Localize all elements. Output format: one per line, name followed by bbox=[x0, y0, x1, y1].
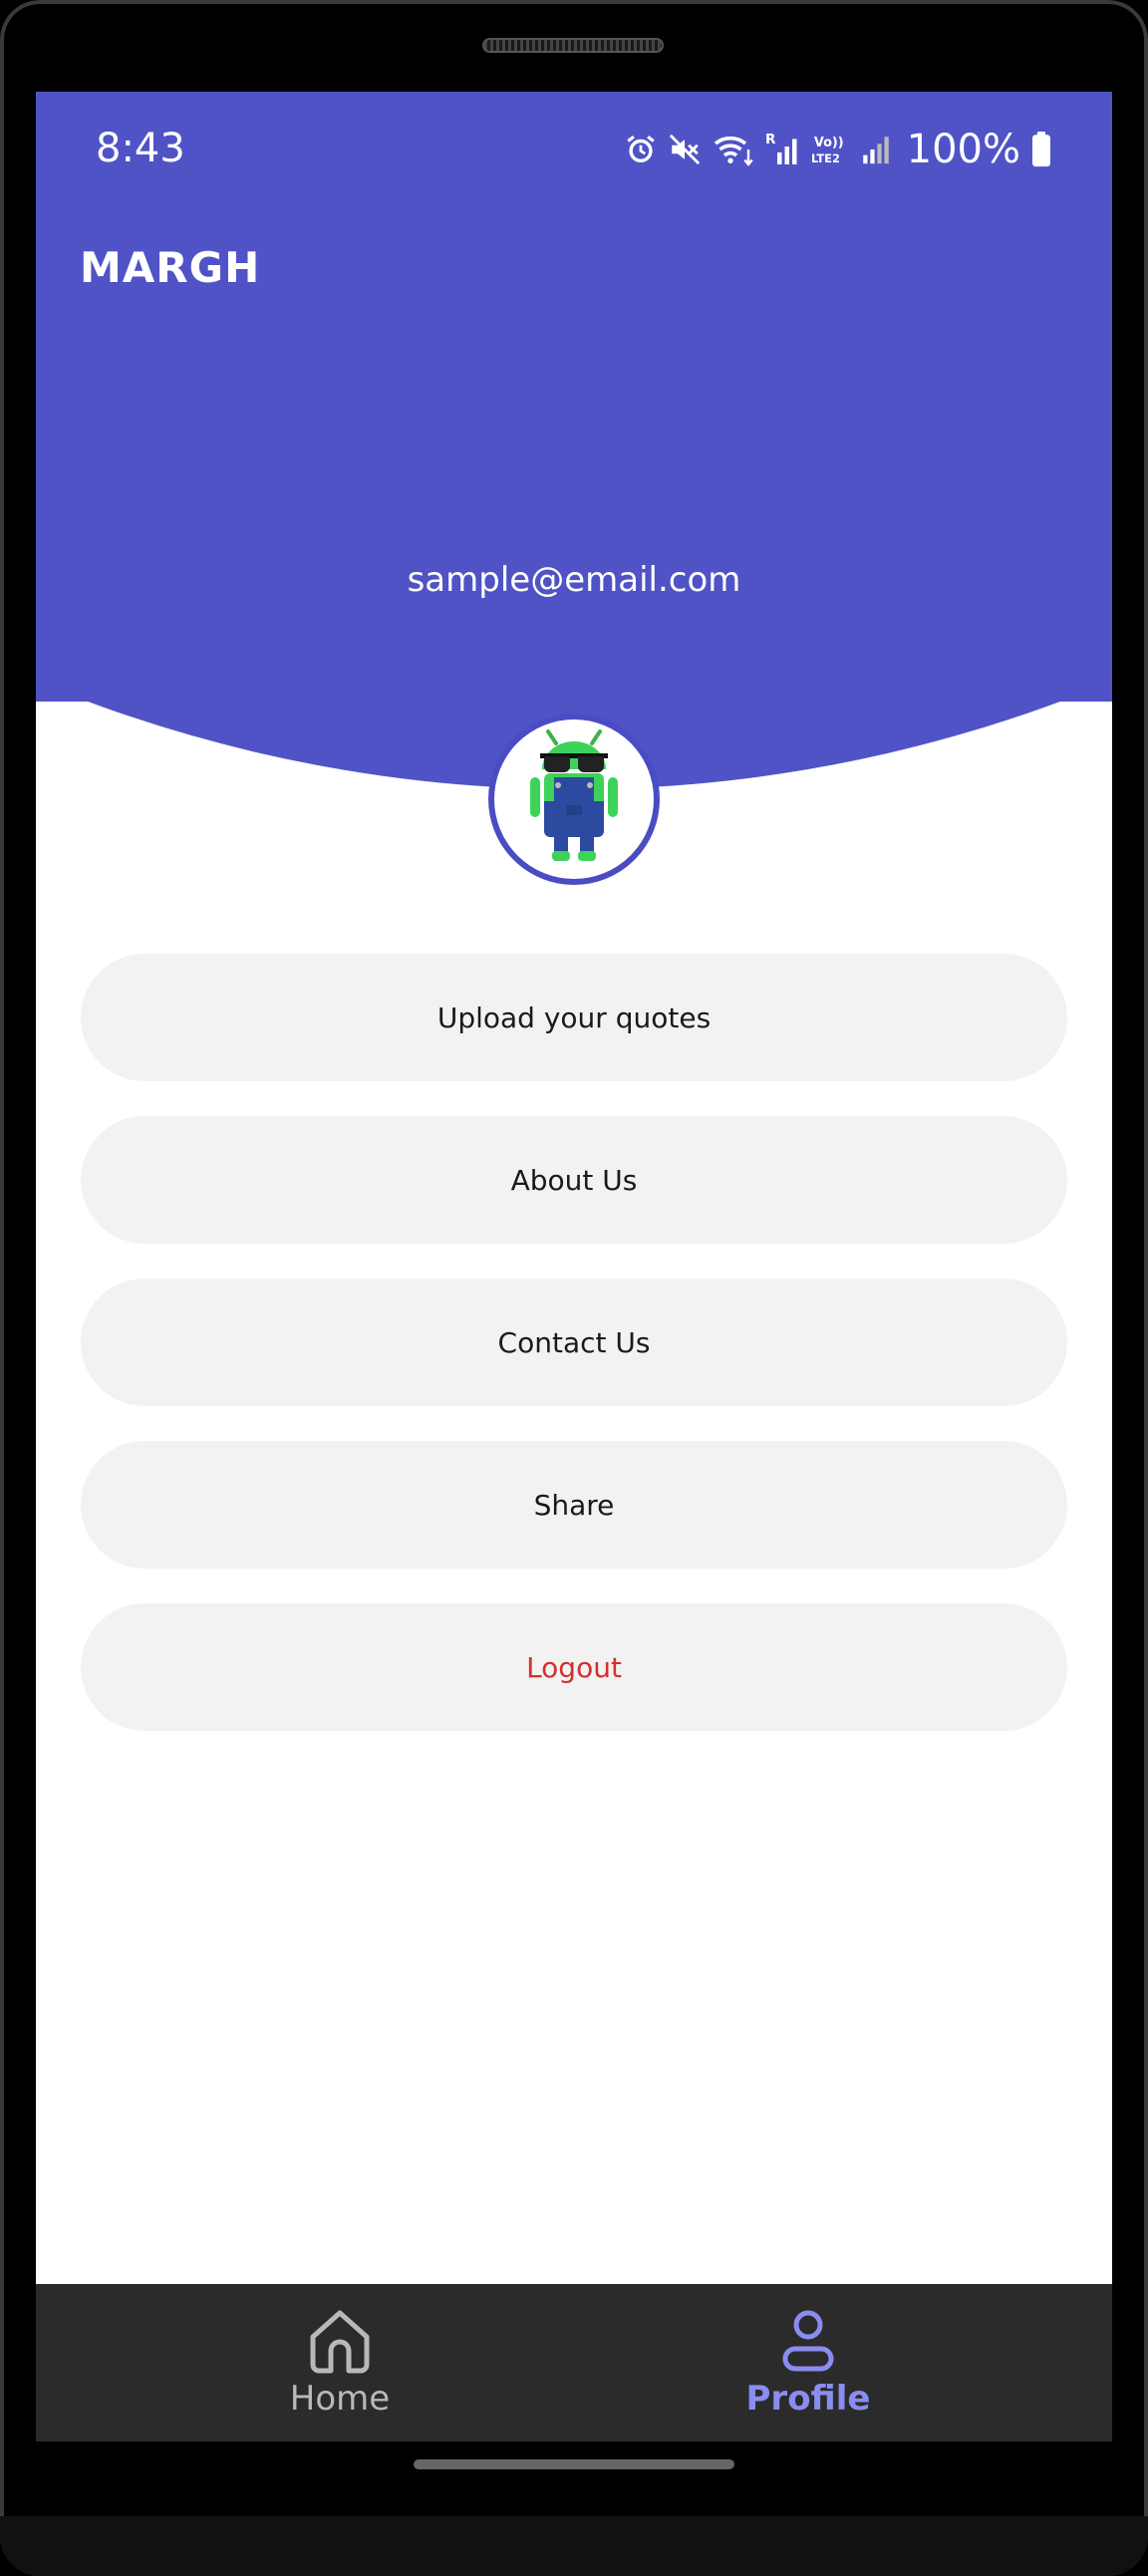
android-avatar-icon bbox=[530, 729, 618, 861]
nav-profile-label: Profile bbox=[745, 2379, 871, 2419]
app-title: MARGH bbox=[80, 243, 261, 292]
status-icons: R Vo)) LTE2 100% bbox=[624, 127, 1052, 172]
earpiece-speaker bbox=[482, 38, 664, 53]
signal-icon: R bbox=[765, 132, 797, 164]
status-bar: 8:43 R Vo)) LTE2 100% bbox=[36, 92, 1112, 211]
nav-home-label: Home bbox=[289, 2379, 391, 2419]
bottom-navigation: Home Profile bbox=[36, 2284, 1112, 2441]
device-frame: 8:43 R Vo)) LTE2 100% MARGH sample@email… bbox=[0, 0, 1148, 2576]
profile-menu: Upload your quotes About Us Contact Us S… bbox=[81, 954, 1067, 1766]
contact-us-button[interactable]: Contact Us bbox=[81, 1279, 1067, 1406]
user-email: sample@email.com bbox=[407, 560, 741, 600]
battery-icon bbox=[1032, 132, 1050, 167]
upload-quotes-button[interactable]: Upload your quotes bbox=[81, 954, 1067, 1081]
nav-home[interactable]: Home bbox=[225, 2284, 454, 2441]
volte-icon: Vo)) LTE2 bbox=[811, 136, 844, 165]
wifi-icon bbox=[714, 136, 753, 166]
nav-profile[interactable]: Profile bbox=[694, 2284, 923, 2441]
home-icon bbox=[310, 2310, 370, 2374]
logout-button[interactable]: Logout bbox=[81, 1603, 1067, 1731]
status-time: 8:43 bbox=[96, 126, 185, 171]
signal-weak-icon bbox=[862, 137, 889, 164]
gesture-home-indicator[interactable] bbox=[414, 2459, 734, 2469]
svg-text:LTE2: LTE2 bbox=[811, 151, 840, 165]
avatar[interactable] bbox=[488, 714, 660, 885]
alarm-icon bbox=[626, 136, 655, 163]
battery-percentage: 100% bbox=[906, 127, 1020, 172]
device-bottom-bezel bbox=[0, 2516, 1148, 2576]
person-icon bbox=[782, 2310, 834, 2372]
svg-text:Vo)): Vo)) bbox=[813, 136, 843, 150]
mute-icon bbox=[669, 134, 700, 165]
svg-text:R: R bbox=[765, 132, 776, 147]
share-button[interactable]: Share bbox=[81, 1441, 1067, 1569]
about-us-button[interactable]: About Us bbox=[81, 1116, 1067, 1244]
app-screen: 8:43 R Vo)) LTE2 100% MARGH sample@email… bbox=[36, 92, 1112, 2441]
